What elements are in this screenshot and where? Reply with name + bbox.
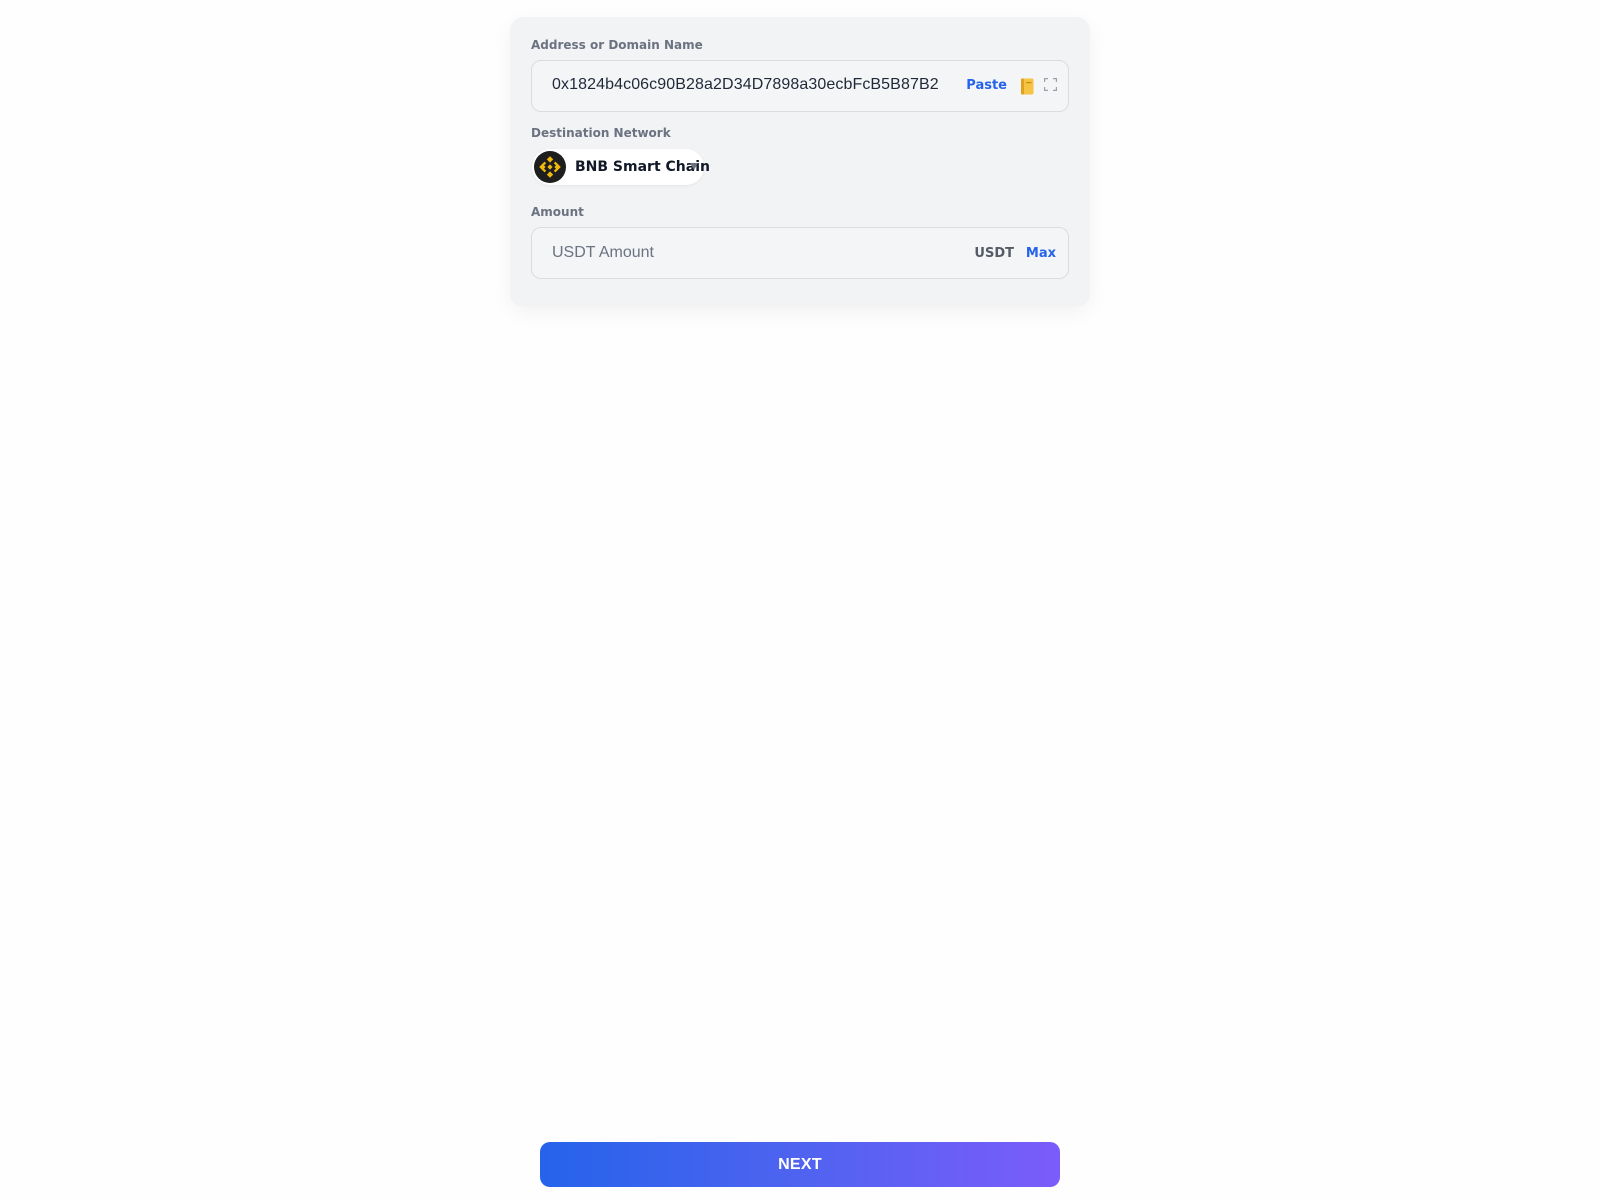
address-book-icon[interactable] [1020, 78, 1034, 95]
address-field[interactable]: 0x1824b4c06c90B28a2D34D7898a30ecbFcB5B87… [531, 60, 1069, 112]
currency-label: USDT [974, 246, 1014, 261]
max-button[interactable]: Max [1026, 246, 1056, 261]
network-label: Destination Network [531, 126, 671, 140]
network-selector[interactable]: BNB Smart Chain [532, 149, 710, 185]
paste-button[interactable]: Paste [966, 78, 1007, 93]
address-value[interactable]: 0x1824b4c06c90B28a2D34D7898a30ecbFcB5B87… [552, 76, 939, 94]
next-button[interactable]: NEXT [540, 1142, 1060, 1187]
send-form-card: Address or Domain Name 0x1824b4c06c90B28… [510, 17, 1090, 307]
address-label: Address or Domain Name [531, 38, 703, 52]
amount-input[interactable] [552, 242, 932, 264]
chevron-down-icon [690, 163, 698, 170]
amount-label: Amount [531, 205, 584, 219]
qr-scan-icon[interactable] [1044, 78, 1057, 91]
send-page: Address or Domain Name 0x1824b4c06c90B28… [0, 0, 1600, 1200]
amount-field[interactable]: USDT Max [531, 227, 1069, 279]
bnb-logo-icon [534, 151, 566, 183]
